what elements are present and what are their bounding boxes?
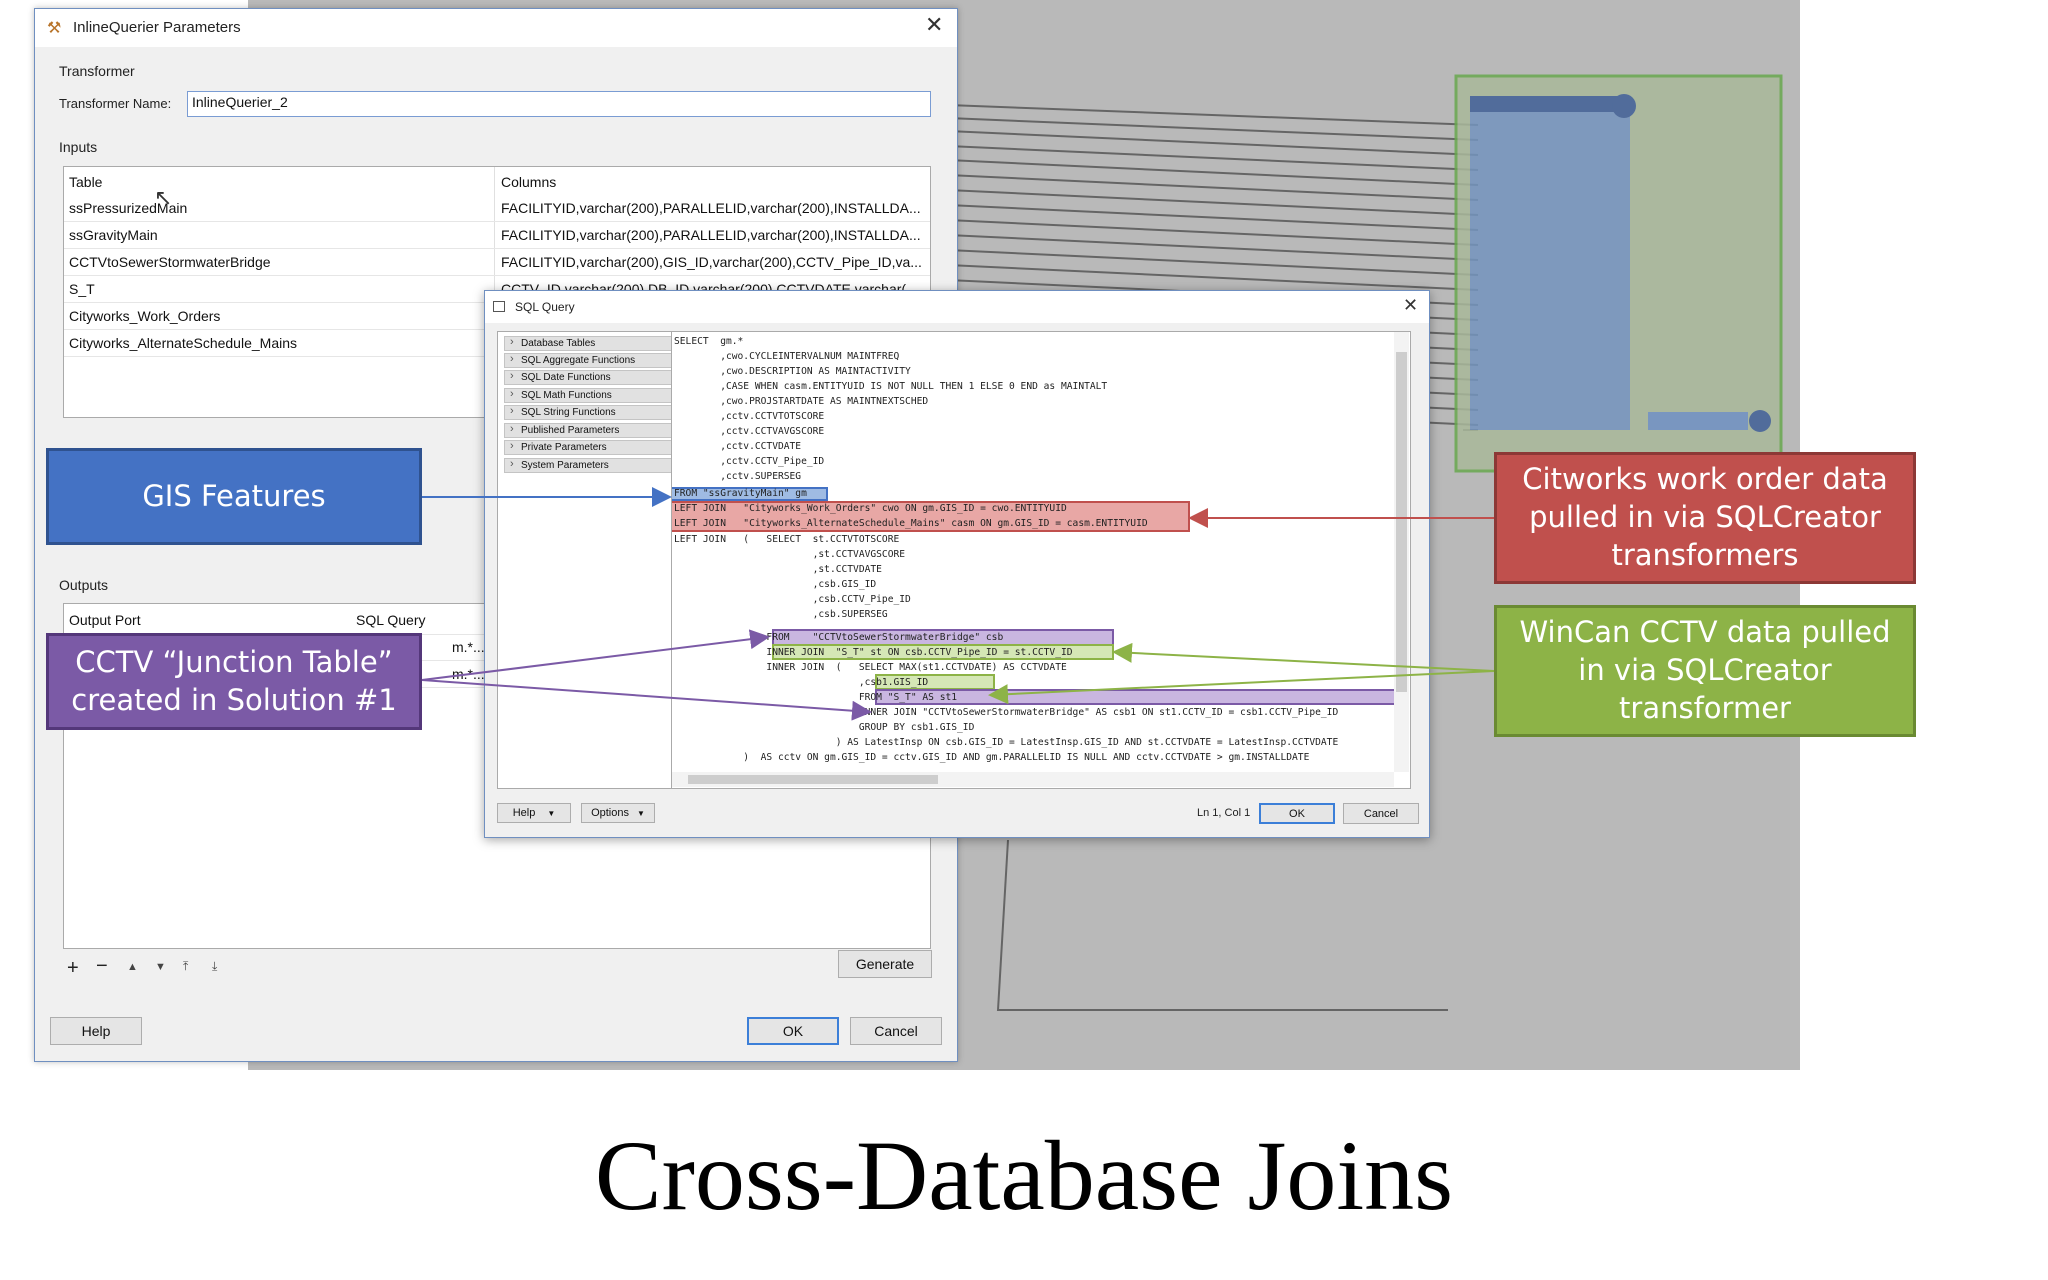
slide-title: Cross-Database Joins [594, 1120, 1454, 1231]
callout-wincan: WinCan CCTV data pulled in via SQLCreato… [1494, 605, 1916, 737]
callout-gis-features: GIS Features [46, 448, 422, 545]
callout-cityworks: Citworks work order data pulled in via S… [1494, 452, 1916, 584]
arrow-wincan-1 [1112, 642, 1495, 672]
arrow-junction-2 [421, 679, 872, 721]
callout-cctv-junction: CCTV “Junction Table” created in Solutio… [46, 633, 422, 730]
arrow-junction-1 [421, 629, 770, 681]
arrow-wincan-2 [988, 670, 1495, 705]
